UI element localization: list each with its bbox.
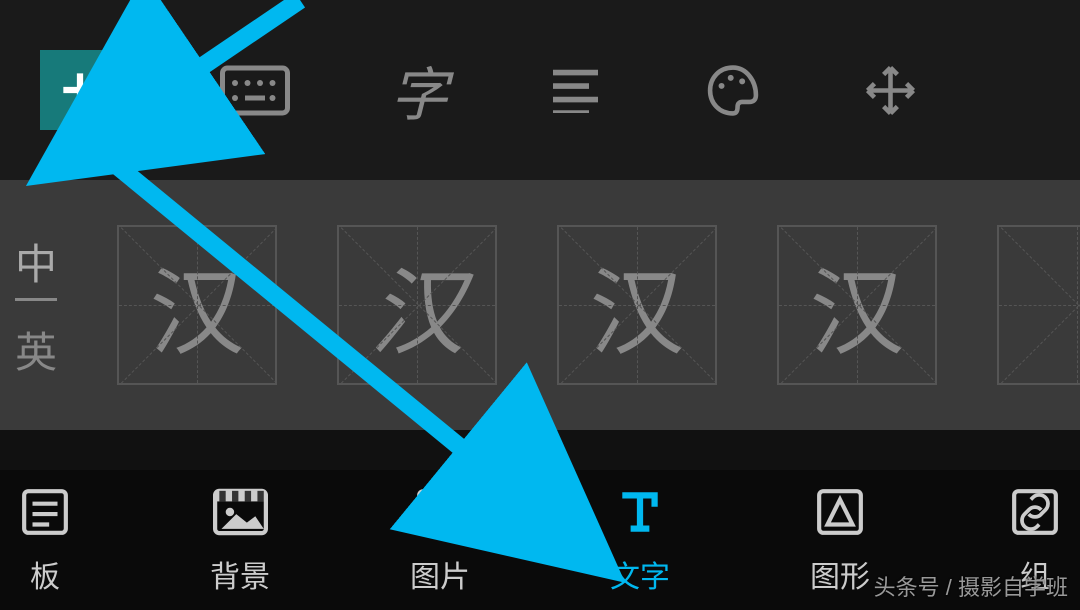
plus-icon <box>55 65 105 115</box>
tab-shape[interactable]: 图形 <box>810 485 870 596</box>
char-preview[interactable]: 汉 <box>117 225 277 385</box>
top-toolbar: 字 <box>0 0 1080 180</box>
align-button[interactable] <box>548 68 603 113</box>
char-preview[interactable] <box>997 225 1080 385</box>
text-icon <box>615 487 665 537</box>
font-preview-area: 中 英 汉 汉 汉 汉 <box>0 180 1080 430</box>
char-preview[interactable]: 汉 <box>337 225 497 385</box>
keyboard-button[interactable] <box>220 63 290 118</box>
shape-icon <box>815 487 865 537</box>
tab-label: 图片 <box>410 552 470 596</box>
language-toggle[interactable]: 中 英 <box>15 231 57 380</box>
link-icon <box>1010 487 1060 537</box>
move-button[interactable] <box>863 63 918 118</box>
lang-english[interactable]: 英 <box>15 319 57 380</box>
tab-label: 文字 <box>610 552 670 596</box>
align-icon <box>548 68 603 113</box>
watermark: 头条号 / 摄影自学班 <box>874 570 1068 602</box>
char-preview[interactable]: 汉 <box>777 225 937 385</box>
tab-label: 图形 <box>810 552 870 596</box>
tab-background[interactable]: 背景 <box>210 485 270 596</box>
keyboard-icon <box>220 63 290 118</box>
palette-button[interactable] <box>703 63 763 118</box>
tab-label: 背景 <box>210 552 270 596</box>
tab-template[interactable]: 板 <box>20 485 70 596</box>
palette-icon <box>703 63 763 118</box>
template-icon <box>20 487 70 537</box>
lang-chinese[interactable]: 中 <box>15 231 57 301</box>
add-button[interactable] <box>40 50 120 130</box>
move-icon <box>863 63 918 118</box>
background-icon <box>213 487 268 537</box>
tab-text[interactable]: 文字 <box>610 485 670 596</box>
tab-image[interactable]: 图片 <box>410 485 470 596</box>
char-preview[interactable]: 汉 <box>557 225 717 385</box>
image-icon <box>415 487 465 537</box>
tab-label: 板 <box>30 552 60 596</box>
font-style-button[interactable]: 字 <box>390 48 448 132</box>
